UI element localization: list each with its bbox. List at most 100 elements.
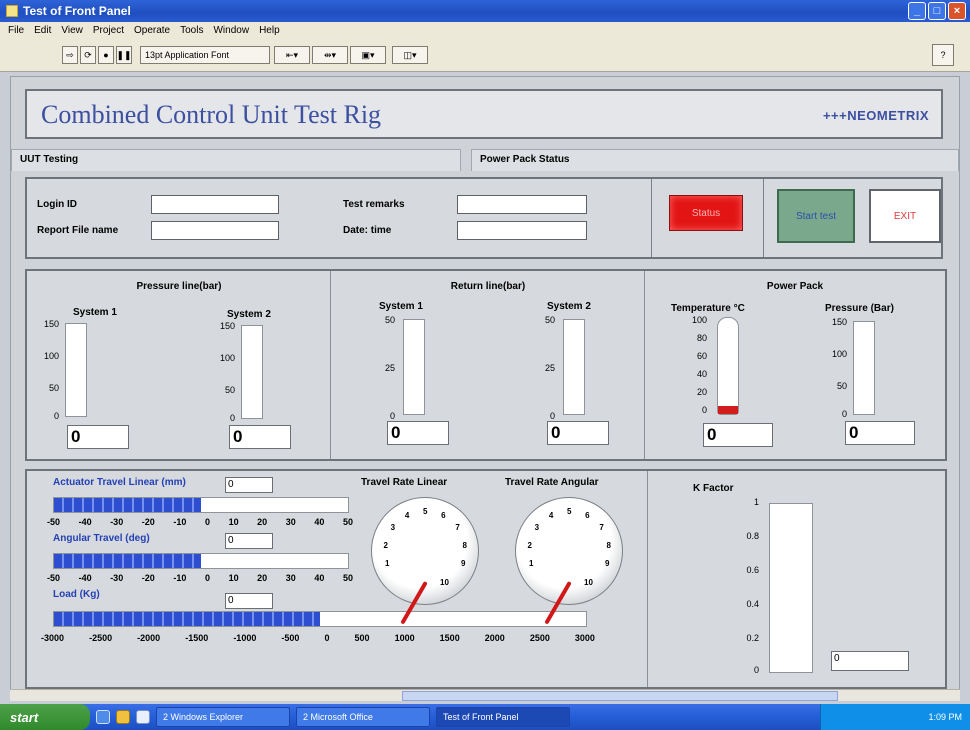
divider (647, 471, 648, 687)
start-test-button[interactable]: Start test (777, 189, 855, 243)
run-arrow-icon[interactable]: ⇨ (62, 46, 78, 64)
linear-travel-label: Actuator Travel Linear (mm) (53, 477, 186, 488)
axis-tick: 2500 (529, 633, 550, 643)
horizontal-scrollbar[interactable] (10, 689, 960, 701)
slider-fill (54, 612, 320, 626)
tick-label: 0.2 (746, 633, 759, 643)
ie-quicklaunch-icon[interactable] (96, 710, 110, 724)
maximize-button[interactable]: □ (928, 2, 946, 20)
pause-icon[interactable]: ❚❚ (116, 46, 132, 64)
menu-window[interactable]: Window (213, 25, 249, 36)
dial-number: 7 (455, 523, 460, 533)
slider-fill (54, 554, 201, 568)
axis-tick: -2500 (89, 633, 113, 643)
power-pack-title: Power Pack (766, 281, 824, 292)
tick-label: 0 (389, 411, 395, 421)
menu-edit[interactable]: Edit (34, 25, 51, 36)
tick-label: 50 (48, 383, 59, 393)
menu-view[interactable]: View (61, 25, 83, 36)
login-id-field[interactable] (151, 195, 279, 214)
dial-number: 5 (567, 507, 572, 516)
exit-button[interactable]: EXIT (869, 189, 941, 243)
tick-label: 150 (43, 319, 59, 329)
tick-label: 40 (696, 369, 707, 379)
distribute-objects-icon[interactable]: ⇹▾ (312, 46, 348, 64)
tick-label: 0.4 (746, 599, 759, 609)
travel-rate-linear-dial: 1 2 3 4 5 6 7 8 9 10 (371, 497, 479, 625)
menu-tools[interactable]: Tools (180, 25, 203, 36)
pressure-line-section: Pressure line(bar) System 1 150 100 50 0… (27, 271, 331, 459)
travel-panel: Actuator Travel Linear (mm) 0 -50 -40 -3… (25, 469, 947, 689)
tick-label: 50 (384, 315, 395, 325)
axis-tick: 10 (228, 517, 239, 527)
date-time-field[interactable] (457, 221, 587, 240)
axis-tick: 1500 (439, 633, 460, 643)
report-file-field[interactable] (151, 221, 279, 240)
axis-tick: -2000 (137, 633, 161, 643)
power-pack-section: Power Pack Temperature °C 100 80 60 40 2… (645, 271, 945, 459)
taskbar-item-front-panel[interactable]: Test of Front Panel (436, 707, 570, 727)
axis-tick: 20 (257, 573, 268, 583)
axis-tick: -30 (110, 573, 124, 583)
pressure-line-title: Pressure line(bar) (136, 281, 222, 292)
taskbar-item-office[interactable]: 2 Microsoft Office (296, 707, 430, 727)
axis-tick: -10 (173, 517, 187, 527)
scrollbar-thumb[interactable] (402, 691, 838, 701)
status-indicator[interactable]: Status (669, 195, 743, 231)
axis-tick: 30 (285, 517, 296, 527)
axis-tick: 30 (285, 573, 296, 583)
return-line-section: Return line(bar) System 1 50 25 0 0 Syst… (331, 271, 645, 459)
desktop-quicklaunch-icon[interactable] (136, 710, 150, 724)
menu-help[interactable]: Help (259, 25, 280, 36)
dial-number: 9 (605, 559, 610, 569)
axis-tick: 3000 (574, 633, 595, 643)
angular-travel-slider[interactable] (53, 553, 349, 569)
menu-operate[interactable]: Operate (134, 25, 170, 36)
tick-label: 100 (691, 315, 707, 325)
pressure-system2-tank (241, 325, 263, 419)
axis-tick: 10 (228, 573, 239, 583)
linear-travel-slider[interactable] (53, 497, 349, 513)
explorer-quicklaunch-icon[interactable] (116, 710, 130, 724)
run-continuous-icon[interactable]: ⟳ (80, 46, 96, 64)
align-objects-icon[interactable]: ⇤▾ (274, 46, 310, 64)
header-banner: Combined Control Unit Test Rig +++NEOMET… (25, 89, 943, 139)
load-slider[interactable] (53, 611, 587, 627)
axis-tick: -500 (281, 633, 300, 643)
tab-power-pack-status[interactable]: Power Pack Status (471, 149, 959, 171)
tick-label: 100 (219, 353, 235, 363)
tick-label: 50 (544, 315, 555, 325)
divider (651, 179, 652, 257)
axis-tick: 40 (314, 517, 325, 527)
menu-project[interactable]: Project (93, 25, 124, 36)
tick-label: 100 (43, 351, 59, 361)
temperature-fill (718, 406, 738, 414)
resize-objects-icon[interactable]: ▣▾ (350, 46, 386, 64)
close-button[interactable]: × (948, 2, 966, 20)
return-system2-value: 0 (547, 421, 609, 445)
travel-rate-linear-title: Travel Rate Linear (361, 477, 448, 488)
divider (763, 179, 764, 257)
reorder-icon[interactable]: ◫▾ (392, 46, 428, 64)
k-factor-title: K Factor (693, 483, 734, 494)
minimize-button[interactable]: _ (908, 2, 926, 20)
taskbar-item-explorer[interactable]: 2 Windows Explorer (156, 707, 290, 727)
font-selector[interactable]: 13pt Application Font (140, 46, 270, 64)
menu-file[interactable]: File (8, 25, 24, 36)
axis-tick: 20 (257, 517, 268, 527)
power-pack-pressure-label: Pressure (Bar) (825, 303, 894, 314)
axis-tick: 50 (342, 517, 353, 527)
load-axis: -3000 -2500 -2000 -1500 -1000 -500 0 500… (41, 633, 595, 643)
axis-tick: -20 (141, 517, 155, 527)
tab-uut-testing[interactable]: UUT Testing (11, 149, 461, 171)
abort-icon[interactable]: ● (98, 46, 114, 64)
return-system1-label: System 1 (379, 301, 423, 312)
tick-label: 20 (696, 387, 707, 397)
start-button[interactable]: start (0, 704, 90, 730)
test-remarks-field[interactable] (457, 195, 587, 214)
help-icon[interactable]: ? (932, 44, 954, 66)
toolbar: ⇨ ⟳ ● ❚❚ 13pt Application Font ⇤▾ ⇹▾ ▣▾ … (0, 38, 970, 72)
power-pack-pressure-tank (853, 321, 875, 415)
temperature-thermometer (717, 317, 739, 415)
labview-icon (6, 5, 18, 17)
